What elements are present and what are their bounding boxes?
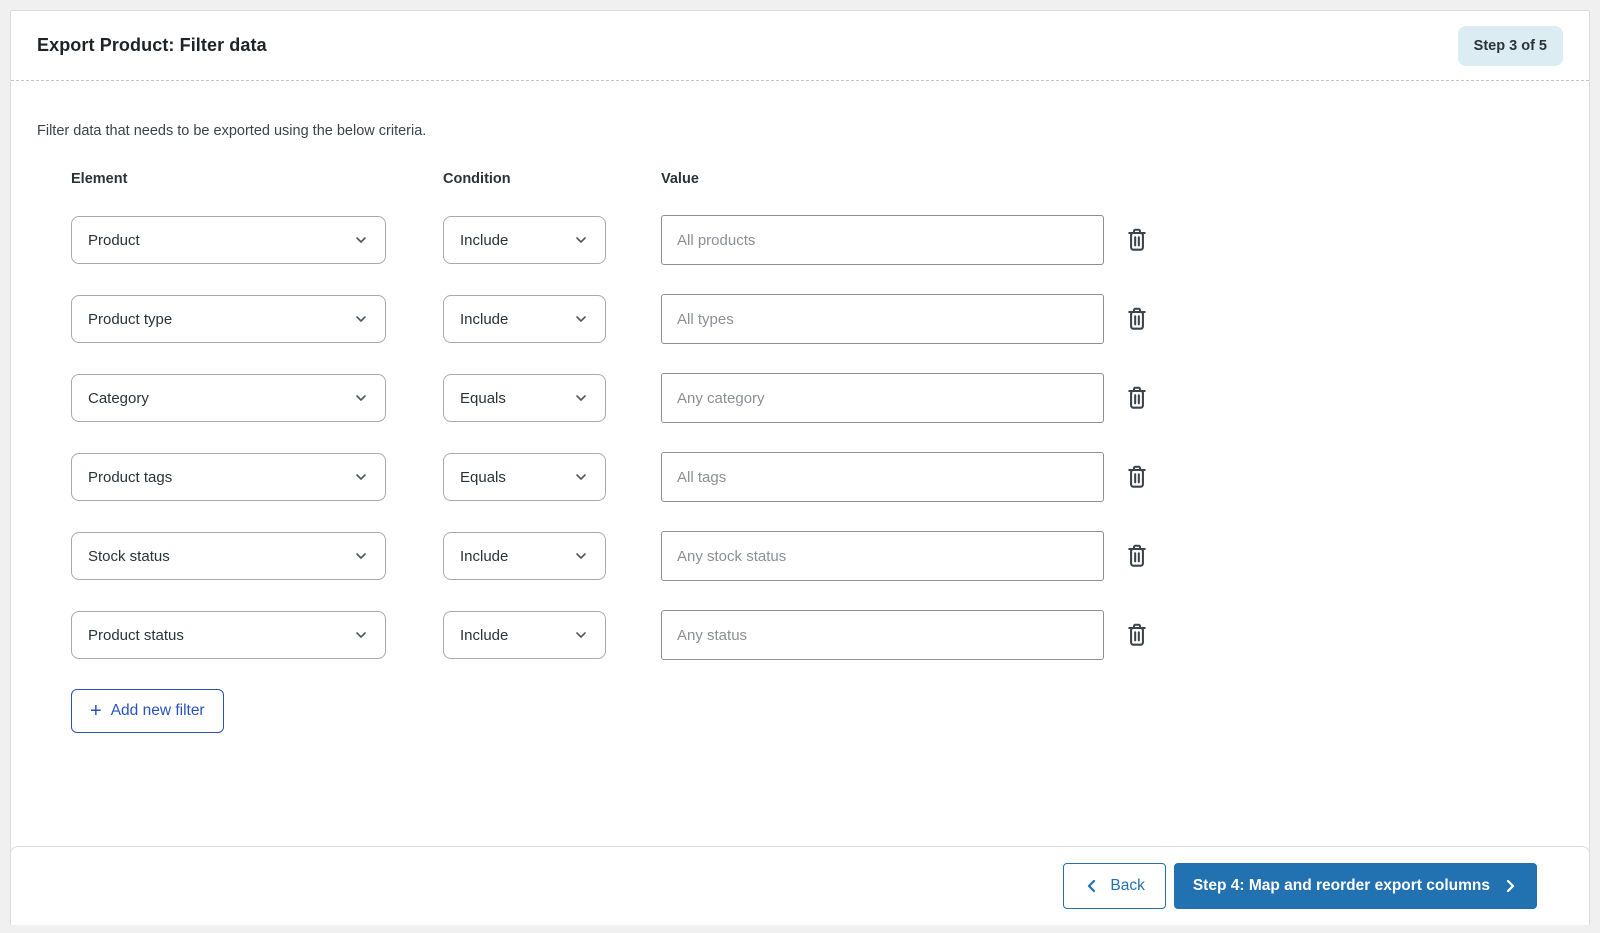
chevron-down-icon: [353, 548, 369, 564]
value-input[interactable]: [661, 452, 1104, 502]
condition-select[interactable]: Equals: [443, 453, 606, 501]
value-cell: [661, 531, 1104, 581]
value-input[interactable]: [661, 215, 1104, 265]
delete-filter-button[interactable]: [1124, 542, 1150, 570]
value-input[interactable]: [661, 531, 1104, 581]
chevron-right-icon: [1502, 878, 1518, 894]
column-header-value: Value: [661, 171, 699, 187]
element-select-value: Product type: [88, 310, 173, 328]
delete-filter-button[interactable]: [1124, 226, 1150, 254]
element-select[interactable]: Product tags: [71, 453, 386, 501]
next-step-button[interactable]: Step 4: Map and reorder export columns: [1173, 863, 1537, 909]
add-new-filter-label: Add new filter: [110, 702, 205, 719]
value-input[interactable]: [661, 294, 1104, 344]
condition-select-value: Equals: [460, 468, 506, 486]
export-wizard-panel: Export Product: Filter data Step 3 of 5 …: [10, 10, 1590, 925]
element-select[interactable]: Product status: [71, 611, 386, 659]
column-header-element: Element: [71, 171, 128, 187]
wizard-footer: Back Step 4: Map and reorder export colu…: [10, 846, 1590, 925]
filter-row: Product Include: [71, 215, 1563, 265]
element-select-value: Product tags: [88, 468, 173, 486]
chevron-down-icon: [353, 232, 369, 248]
wizard-header: Export Product: Filter data Step 3 of 5: [11, 11, 1589, 81]
condition-select-value: Include: [460, 310, 509, 328]
value-cell: [661, 373, 1104, 423]
filter-table: Element Condition Value Product Include: [71, 171, 1563, 660]
chevron-down-icon: [573, 548, 589, 564]
back-button[interactable]: Back: [1063, 863, 1166, 909]
condition-select-value: Include: [460, 231, 509, 249]
condition-select-value: Include: [460, 626, 509, 644]
trash-icon: [1124, 621, 1150, 649]
chevron-down-icon: [573, 469, 589, 485]
element-select[interactable]: Category: [71, 374, 386, 422]
trash-icon: [1124, 542, 1150, 570]
wizard-body: Filter data that needs to be exported us…: [11, 81, 1589, 846]
add-new-filter-button[interactable]: + Add new filter: [71, 689, 224, 733]
condition-select[interactable]: Include: [443, 216, 606, 264]
element-select-value: Category: [88, 389, 149, 407]
value-cell: [661, 215, 1104, 265]
chevron-down-icon: [353, 469, 369, 485]
trash-icon: [1124, 463, 1150, 491]
element-select-value: Stock status: [88, 547, 170, 565]
chevron-down-icon: [573, 311, 589, 327]
chevron-down-icon: [353, 627, 369, 643]
chevron-down-icon: [353, 311, 369, 327]
delete-filter-button[interactable]: [1124, 384, 1150, 412]
condition-select[interactable]: Include: [443, 295, 606, 343]
chevron-left-icon: [1084, 878, 1100, 894]
filter-row: Category Equals: [71, 373, 1563, 423]
plus-icon: +: [90, 700, 102, 722]
column-headers: Element Condition Value: [71, 171, 1563, 187]
column-header-condition: Condition: [443, 171, 511, 187]
element-select-value: Product: [88, 231, 140, 249]
trash-icon: [1124, 384, 1150, 412]
page-title: Export Product: Filter data: [37, 35, 267, 55]
filter-row: Stock status Include: [71, 531, 1563, 581]
condition-select-value: Equals: [460, 389, 506, 407]
condition-select[interactable]: Include: [443, 532, 606, 580]
intro-text: Filter data that needs to be exported us…: [37, 123, 427, 139]
element-select[interactable]: Product type: [71, 295, 386, 343]
filter-rows: Product Include All products Product typ…: [71, 215, 1563, 660]
value-input[interactable]: [661, 610, 1104, 660]
chevron-down-icon: [353, 390, 369, 406]
step-badge: Step 3 of 5: [1457, 25, 1563, 66]
filter-row: Product status Include: [71, 610, 1563, 660]
chevron-down-icon: [573, 627, 589, 643]
next-step-label: Step 4: Map and reorder export columns: [1192, 877, 1490, 894]
element-select[interactable]: Product: [71, 216, 386, 264]
chevron-down-icon: [573, 390, 589, 406]
trash-icon: [1124, 305, 1150, 333]
value-cell: [661, 452, 1104, 502]
value-cell: [661, 294, 1104, 344]
back-button-label: Back: [1110, 877, 1145, 894]
value-cell: [661, 610, 1104, 660]
delete-filter-button[interactable]: [1124, 305, 1150, 333]
condition-select[interactable]: Include: [443, 611, 606, 659]
condition-select-value: Include: [460, 547, 509, 565]
delete-filter-button[interactable]: [1124, 621, 1150, 649]
value-input[interactable]: [661, 373, 1104, 423]
delete-filter-button[interactable]: [1124, 463, 1150, 491]
chevron-down-icon: [573, 232, 589, 248]
filter-row: Product type Include: [71, 294, 1563, 344]
filter-row: Product tags Equals: [71, 452, 1563, 502]
trash-icon: [1124, 226, 1150, 254]
condition-select[interactable]: Equals: [443, 374, 606, 422]
element-select[interactable]: Stock status: [71, 532, 386, 580]
element-select-value: Product status: [88, 626, 184, 644]
